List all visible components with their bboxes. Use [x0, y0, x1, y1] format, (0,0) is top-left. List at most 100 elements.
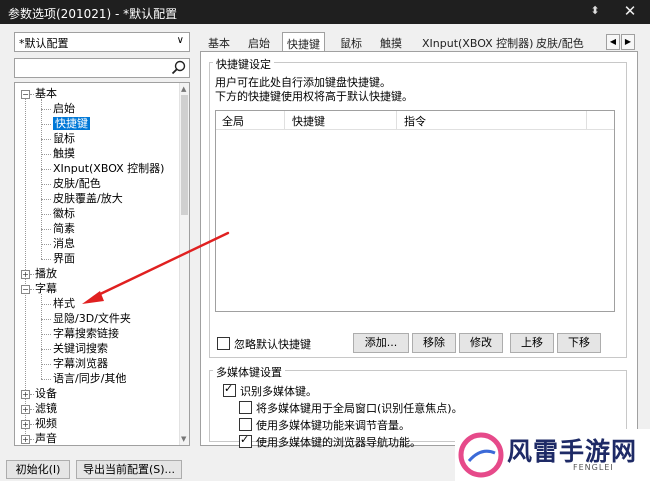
tab-6[interactable]: 皮肤/配色 [536, 35, 584, 51]
tree-item[interactable]: 皮肤/配色 [53, 177, 101, 191]
tab-5[interactable]: XInput(XBOX 控制器) [422, 35, 533, 51]
watermark-subtext: FENGLEI [573, 463, 614, 472]
column-divider[interactable] [586, 111, 587, 129]
tab-2[interactable]: 快捷键 [282, 32, 325, 52]
recognize-media-keys-checkbox[interactable]: 识别多媒体键。 [223, 382, 317, 399]
tree-item[interactable]: 快捷键 [53, 117, 90, 131]
multimedia-group-title: 多媒体键设置 [213, 364, 285, 380]
scroll-up-icon[interactable]: ▲ [181, 85, 186, 93]
tree-item-label: 简素 [53, 222, 75, 235]
tree-connector [41, 184, 51, 185]
collapse-icon[interactable]: − [21, 90, 30, 99]
browser-media-keys-checkbox[interactable]: 使用多媒体键的浏览器导航功能。 [239, 433, 421, 450]
ignore-default-label: 忽略默认快捷键 [234, 338, 311, 351]
column-divider[interactable] [284, 111, 285, 129]
window-title: 参数选项(201021) - *默认配置 [8, 7, 178, 21]
tree-connector [41, 214, 51, 215]
expand-icon[interactable]: + [21, 435, 30, 444]
tree-connector [41, 319, 51, 320]
volume-media-keys-checkbox[interactable]: 使用多媒体键功能来调节音量。 [239, 417, 410, 433]
tree-connector [30, 274, 34, 275]
tree-item[interactable]: 字幕搜索链接 [53, 327, 119, 341]
export-config-button[interactable]: 导出当前配置(S)... [76, 460, 182, 479]
tree-connector [41, 124, 51, 125]
tree-item-label: 设备 [35, 387, 57, 400]
expand-icon[interactable]: + [21, 405, 30, 414]
tree-item[interactable]: 播放 [35, 267, 57, 281]
expand-icon[interactable]: + [21, 270, 30, 279]
hotkey-desc-1: 用户可在此处自行添加键盘快捷键。 [215, 76, 391, 89]
expand-icon[interactable]: + [21, 420, 30, 429]
watermark: 风雷手游网 FENGLEI [455, 429, 650, 481]
column-command[interactable]: 指令 [404, 113, 426, 129]
tab-3[interactable]: 鼠标 [340, 35, 362, 51]
tree-item[interactable]: 徽标 [53, 207, 75, 221]
global-media-keys-label: 将多媒体键用于全局窗口(识别任意焦点)。 [256, 402, 463, 415]
watermark-text: 风雷手游网 [507, 437, 638, 466]
pin-icon[interactable]: ⬍ [588, 4, 602, 18]
tree-connector [30, 424, 34, 425]
tree-item[interactable]: 滤镜 [35, 402, 57, 416]
settings-tree[interactable]: ▲ ▼ − 基本 启始 快捷键 鼠标 触摸 XInput(XBOX 控制器) 皮肤/配色 皮肤覆… [14, 82, 190, 446]
tree-item[interactable]: 界面 [53, 252, 75, 266]
tab-4[interactable]: 触摸 [380, 35, 402, 51]
tree-item-label: 滤镜 [35, 402, 57, 415]
tree-item[interactable]: 设备 [35, 387, 57, 401]
tree-connector [41, 109, 51, 110]
preset-select[interactable]: *默认配置 ∨ [14, 32, 190, 52]
move-down-button[interactable]: 下移 [557, 333, 601, 353]
column-divider[interactable] [396, 111, 397, 129]
tree-item[interactable]: 启始 [53, 102, 75, 116]
tree-item-label: XInput(XBOX 控制器) [53, 162, 165, 175]
checkbox-box [239, 418, 252, 431]
tree-connector [41, 99, 42, 259]
edit-button[interactable]: 修改 [459, 333, 503, 353]
collapse-icon[interactable]: − [21, 285, 30, 294]
tree-item[interactable]: 声音 [35, 432, 57, 445]
tree-item[interactable]: 基本 [35, 87, 57, 101]
tree-item-label: 字幕搜索链接 [53, 327, 119, 340]
checkbox-box [223, 382, 236, 397]
initialize-button[interactable]: 初始化(I) [6, 460, 70, 479]
tree-item[interactable]: 触摸 [53, 147, 75, 161]
add-button[interactable]: 添加... [353, 333, 409, 353]
tab-1[interactable]: 启始 [248, 35, 270, 51]
tree-item-label: 界面 [53, 252, 75, 265]
preset-value: *默认配置 [19, 37, 69, 50]
tree-item-label: 样式 [53, 297, 75, 310]
tree-item-label: 快捷键 [53, 117, 90, 130]
tree-item-label: 视频 [35, 417, 57, 430]
search-input[interactable] [14, 58, 190, 78]
move-up-button[interactable]: 上移 [510, 333, 554, 353]
column-hotkey[interactable]: 快捷键 [292, 113, 325, 129]
hotkey-list[interactable]: 全局 快捷键 指令 [215, 110, 615, 312]
tree-item[interactable]: 关键词搜索 [53, 342, 108, 356]
remove-button[interactable]: 移除 [412, 333, 456, 353]
tree-item[interactable]: 显隐/3D/文件夹 [53, 312, 131, 326]
tree-item[interactable]: 皮肤覆盖/放大 [53, 192, 123, 206]
volume-media-keys-label: 使用多媒体键功能来调节音量。 [256, 419, 410, 432]
tab-0[interactable]: 基本 [208, 35, 230, 51]
column-global[interactable]: 全局 [222, 113, 244, 129]
tree-item[interactable]: 简素 [53, 222, 75, 236]
tree-item[interactable]: 字幕 [35, 282, 57, 296]
tree-item-label: 语言/同步/其他 [53, 372, 127, 385]
tree-item[interactable]: 消息 [53, 237, 75, 251]
ignore-default-checkbox[interactable]: 忽略默认快捷键 [217, 336, 311, 352]
scrollbar-thumb[interactable] [181, 95, 188, 215]
tab-prev-icon[interactable]: ◀ [606, 34, 620, 50]
tree-scrollbar[interactable]: ▲ ▼ [179, 83, 189, 445]
tree-item[interactable]: 样式 [53, 297, 75, 311]
tree-item[interactable]: 视频 [35, 417, 57, 431]
close-icon[interactable]: ✕ [620, 2, 640, 20]
expand-icon[interactable]: + [21, 390, 30, 399]
tree-item[interactable]: XInput(XBOX 控制器) [53, 162, 164, 176]
global-media-keys-checkbox[interactable]: 将多媒体键用于全局窗口(识别任意焦点)。 [239, 400, 463, 416]
tab-next-icon[interactable]: ▶ [621, 34, 635, 50]
tree-item[interactable]: 鼠标 [53, 132, 75, 146]
search-icon[interactable] [171, 60, 187, 76]
dialog-client: *默认配置 ∨ ▲ ▼ − 基本 启始 快捷键 鼠标 触摸 XInput(XBOX 控制器)… [0, 24, 650, 481]
scroll-down-icon[interactable]: ▼ [181, 435, 186, 443]
tree-item[interactable]: 字幕浏览器 [53, 357, 108, 371]
tree-item[interactable]: 语言/同步/其他 [53, 372, 126, 386]
